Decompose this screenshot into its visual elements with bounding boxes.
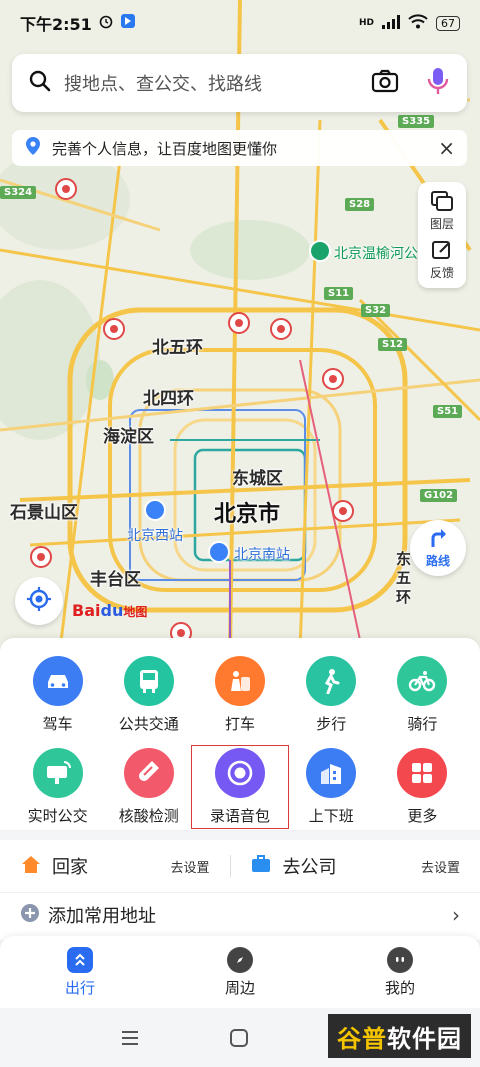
map-tools-panel: 图层 反馈 (418, 182, 466, 288)
map-label-beijing-west-station: 北京西站 (127, 528, 183, 544)
status-right: HD 67 (359, 14, 460, 32)
edit-icon (431, 239, 453, 264)
add-common-address[interactable]: 添加常用地址 › (0, 892, 480, 936)
search-bar[interactable]: 搜地点、查公交、找路线 (12, 54, 467, 112)
service-nucleic-test[interactable]: 核酸检测 (103, 748, 194, 826)
chevron-right-icon: › (452, 902, 460, 927)
road-shield-s51: S51 (433, 405, 463, 418)
location-pin-icon (24, 136, 42, 160)
tab-nearby[interactable]: 周边 (160, 936, 320, 1008)
home-set-button[interactable]: 去设置 (171, 857, 230, 876)
route-button[interactable]: 路线 (410, 520, 466, 576)
map-label-north-5th-ring: 北五环 (152, 338, 203, 358)
feedback-button[interactable]: 反馈 (430, 239, 454, 281)
record-icon (214, 748, 265, 798)
poi-test-site-icon[interactable] (30, 546, 52, 568)
road-shield-g102: G102 (420, 489, 458, 502)
home-icon (20, 854, 42, 878)
road-shield-s28: S28 (345, 198, 375, 211)
map-label-dongcheng: 东城区 (232, 469, 283, 489)
travel-icon (67, 946, 93, 973)
road-shield-s335: S335 (398, 115, 435, 128)
poi-test-site-icon[interactable] (270, 318, 292, 340)
poi-test-site-icon[interactable] (322, 368, 344, 390)
service-walk[interactable]: 步行 (286, 656, 377, 734)
poi-test-site-icon[interactable] (55, 178, 77, 200)
watermark-logo: 谷普 软件园 (328, 1014, 471, 1058)
service-record-voice[interactable]: 录语音包 (191, 745, 289, 829)
close-icon[interactable]: × (438, 136, 455, 160)
status-bar: 下午2:51 HD 67 (0, 0, 480, 46)
service-realtime-bus[interactable]: 实时公交 (12, 748, 103, 826)
layers-icon (430, 190, 454, 215)
locate-me-button[interactable] (15, 577, 63, 625)
bike-icon (397, 656, 448, 706)
map-label-beijing-south-station: 北京南站 (234, 547, 290, 563)
taxi-icon (214, 656, 265, 706)
divider (229, 855, 231, 877)
battery-icon: 67 (436, 15, 460, 31)
locate-icon (26, 586, 52, 616)
realtime-bus-icon (32, 748, 83, 798)
home-address[interactable]: 回家 去设置 (20, 853, 230, 879)
service-bike[interactable]: 骑行 (377, 656, 468, 734)
tab-me[interactable]: 我的 (320, 936, 480, 1008)
status-time: 下午2:51 (20, 15, 92, 34)
service-taxi[interactable]: 打车 (194, 656, 285, 734)
walk-icon (306, 656, 357, 706)
signal-icon (382, 14, 400, 32)
map-label-beijing: 北京市 (214, 502, 281, 527)
poi-test-site-icon[interactable] (103, 318, 125, 340)
car-icon (32, 656, 83, 706)
work-set-button[interactable]: 去设置 (421, 857, 460, 876)
road-shield-s11: S11 (324, 287, 354, 300)
layers-button[interactable]: 图层 (430, 190, 454, 232)
plus-icon (20, 903, 40, 927)
service-transit[interactable]: 公共交通 (103, 656, 194, 734)
search-input[interactable]: 搜地点、查公交、找路线 (64, 70, 262, 96)
menu-icon[interactable] (120, 1030, 140, 1050)
work-address[interactable]: 去公司 去设置 (250, 853, 460, 879)
compass-icon (227, 946, 253, 973)
grid-icon (397, 748, 448, 798)
services-grid: 驾车 公共交通 打车 步行 骑行 实时公交 核酸检测 录语音包 上下班 更多 (12, 656, 468, 829)
map-label-fengtai: 丰台区 (90, 570, 141, 590)
wifi-icon (408, 14, 428, 32)
briefcase-icon (250, 854, 272, 878)
road-shield-s12: S12 (378, 338, 408, 351)
train-station-icon[interactable] (208, 541, 230, 563)
home-nav-icon[interactable] (229, 1028, 249, 1052)
bottom-tab-bar: 出行 周边 我的 (0, 936, 480, 1008)
building-icon (306, 748, 357, 798)
bus-icon (123, 656, 174, 706)
service-commute[interactable]: 上下班 (286, 748, 377, 826)
search-icon (28, 69, 52, 97)
services-panel: 驾车 公共交通 打车 步行 骑行 实时公交 核酸检测 录语音包 上下班 更多 (0, 638, 480, 830)
profile-notice-bar[interactable]: 完善个人信息，让百度地图更懂你 × (12, 130, 467, 166)
test-tube-icon (123, 748, 174, 798)
camera-icon[interactable] (371, 69, 399, 97)
map-label-haidian: 海淀区 (103, 427, 154, 447)
voice-search-icon[interactable] (425, 66, 451, 100)
network-label: HD (358, 18, 374, 28)
map-label-wenyu-river-park: 北京温榆河公 (334, 246, 418, 262)
profile-icon (387, 946, 413, 973)
service-more[interactable]: 更多 (377, 748, 468, 826)
map-label-shijingshan: 石景山区 (10, 503, 78, 523)
poi-test-site-icon[interactable] (228, 312, 250, 334)
tab-travel[interactable]: 出行 (0, 936, 160, 1008)
service-drive[interactable]: 驾车 (12, 656, 103, 734)
park-icon[interactable] (309, 240, 331, 262)
road-shield-s324: S324 (0, 186, 37, 199)
map-label-north-4th-ring: 北四环 (143, 389, 194, 409)
app-notification-icon (120, 13, 136, 33)
baidu-map-logo: Baidu地图 (72, 601, 148, 620)
poi-test-site-icon[interactable] (332, 500, 354, 522)
road-shield-s32: S32 (361, 304, 391, 317)
train-station-icon[interactable] (144, 499, 166, 521)
common-addresses: 回家 去设置 去公司 去设置 添加常用地址 › (0, 840, 480, 940)
route-arrow-icon (427, 527, 449, 552)
alarm-icon (98, 13, 114, 33)
notice-text: 完善个人信息，让百度地图更懂你 (52, 139, 278, 158)
